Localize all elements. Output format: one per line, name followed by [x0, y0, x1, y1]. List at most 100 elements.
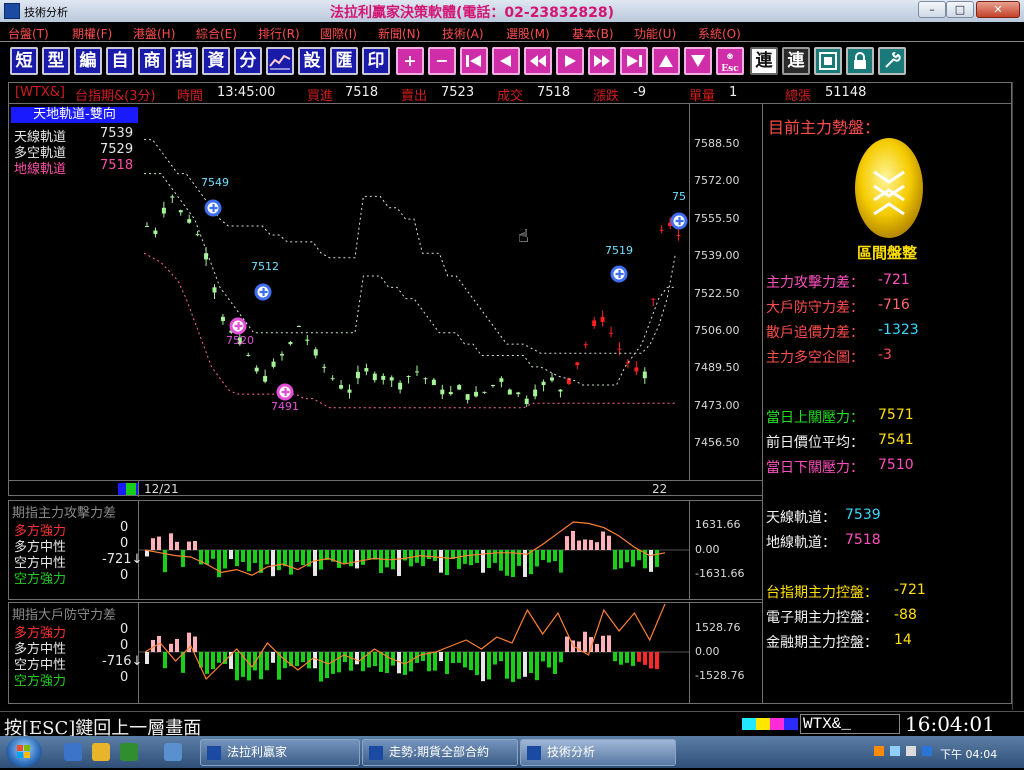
tray-icon[interactable] [890, 746, 900, 756]
link-button[interactable]: 連 [750, 47, 778, 75]
signal-label: 7491 [271, 400, 299, 413]
signal-label: 7549 [201, 176, 229, 189]
quicklaunch-folder-icon[interactable] [92, 743, 110, 761]
commodity-button[interactable]: 商 [138, 47, 166, 75]
scroll-thumb[interactable] [126, 483, 136, 495]
next-button[interactable] [556, 47, 584, 75]
minimize-button[interactable]: – [918, 1, 946, 18]
histogram-bar [487, 550, 491, 569]
last-page-button[interactable] [620, 47, 648, 75]
histogram-bar [205, 550, 209, 565]
histogram-bar [253, 550, 257, 563]
settings-button[interactable]: 設 [298, 47, 326, 75]
signal-label: 75 [672, 190, 686, 203]
close-button[interactable]: ✕ [976, 1, 1020, 18]
menu-item[interactable]: 系統(O) [698, 25, 741, 42]
window-button[interactable] [814, 47, 842, 75]
first-page-button[interactable] [460, 47, 488, 75]
menu-item[interactable]: 基本(B) [572, 25, 614, 42]
data-button[interactable]: 資 [202, 47, 230, 75]
export-button[interactable]: 匯 [330, 47, 358, 75]
candlestick-chart[interactable]: ✚7549✚7512✚7520✚7491✚7519✚75☝ [138, 104, 689, 480]
windows-logo-icon [17, 745, 30, 758]
task-technical[interactable]: 技術分析 [520, 739, 676, 766]
histogram-bar [229, 550, 233, 560]
candle-body [474, 391, 479, 397]
histogram-bar [553, 652, 557, 674]
pattern-button[interactable]: 型 [42, 47, 70, 75]
histogram-bar [523, 652, 527, 677]
histogram-bar [397, 550, 401, 577]
maximize-button[interactable]: □ [946, 1, 974, 18]
menu-item[interactable]: 選股(M) [506, 25, 550, 42]
candle-body [330, 378, 335, 380]
fast-next-button[interactable] [588, 47, 616, 75]
level-value: 7571 [878, 407, 914, 423]
signal-label: 7519 [605, 244, 633, 257]
zoom-out-button[interactable]: − [428, 47, 456, 75]
task-ferrari[interactable]: 法拉利贏家 [200, 739, 360, 766]
zoom-in-button[interactable]: + [396, 47, 424, 75]
scroll-down-button[interactable] [684, 47, 712, 75]
short-term-button[interactable]: 短 [10, 47, 38, 75]
bid-label: 買進 [307, 89, 334, 104]
network-icon[interactable] [922, 746, 932, 756]
candle-body [415, 371, 419, 373]
candle-body [558, 389, 563, 392]
menu-item[interactable]: 期權(F) [72, 25, 112, 42]
histogram-bar [343, 550, 347, 564]
menu-item[interactable]: 國際(I) [320, 25, 357, 42]
index-button[interactable]: 指 [170, 47, 198, 75]
start-button[interactable] [6, 737, 42, 767]
menu-item[interactable]: 排行(R) [258, 25, 300, 42]
stock-code-input[interactable]: WTX&_ [800, 714, 900, 734]
histogram-bar [643, 652, 647, 665]
tray-icon[interactable] [874, 746, 884, 756]
histogram-bar [211, 550, 215, 559]
histogram-bar [547, 652, 551, 668]
esc-button[interactable]: ⊗ Esc [716, 47, 744, 75]
tools-button[interactable] [878, 47, 906, 75]
histogram-bar [607, 535, 611, 550]
histogram-bar [625, 652, 629, 663]
print-button[interactable]: 印 [362, 47, 390, 75]
histogram-bar [541, 550, 545, 561]
indicator-title[interactable]: 天地軌道-雙向 [11, 107, 138, 123]
link-button-2[interactable]: 連 [782, 47, 810, 75]
axis-tick: -1528.76 [695, 669, 745, 682]
menu-item[interactable]: 港盤(H) [133, 25, 175, 42]
menu-item[interactable]: 台盤(T) [8, 25, 49, 42]
task-futures[interactable]: 走勢:期貨全部合約 [362, 739, 518, 766]
exit-icon: ⊗ [726, 52, 734, 62]
edit-button[interactable]: 編 [74, 47, 102, 75]
menu-item[interactable]: 功能(U) [634, 25, 676, 42]
menu-item[interactable]: 綜合(E) [196, 25, 237, 42]
fast-prev-button[interactable] [524, 47, 552, 75]
lock-button[interactable] [846, 47, 874, 75]
menu-item[interactable]: 新聞(N) [378, 25, 420, 42]
menu-item[interactable]: 技術(A) [442, 25, 484, 42]
candle-body [499, 378, 504, 382]
histogram-bar [457, 550, 461, 569]
quicklaunch-app-icon[interactable] [164, 743, 182, 761]
prev-button[interactable] [492, 47, 520, 75]
time-label: 時間 [177, 89, 204, 104]
histogram-bar [463, 550, 467, 564]
chart-style-button[interactable] [266, 47, 294, 75]
volume-icon[interactable] [906, 746, 916, 756]
histogram-bar [505, 550, 509, 576]
quicklaunch-ie-icon[interactable] [64, 743, 82, 761]
histogram-bar [241, 550, 245, 563]
signal-label: 7512 [251, 260, 279, 273]
custom-button[interactable]: 自 [106, 47, 134, 75]
histogram-bar [289, 550, 293, 575]
quicklaunch-media-icon[interactable] [120, 743, 138, 761]
candle-body [212, 287, 217, 293]
histogram-bar [535, 550, 539, 567]
panel-divider [689, 500, 690, 600]
split-button[interactable]: 分 [234, 47, 262, 75]
window-edge [1012, 82, 1024, 710]
histogram-bar [457, 652, 461, 663]
scroll-up-button[interactable] [652, 47, 680, 75]
trend-heading: 目前主力勢盤： [768, 118, 881, 137]
